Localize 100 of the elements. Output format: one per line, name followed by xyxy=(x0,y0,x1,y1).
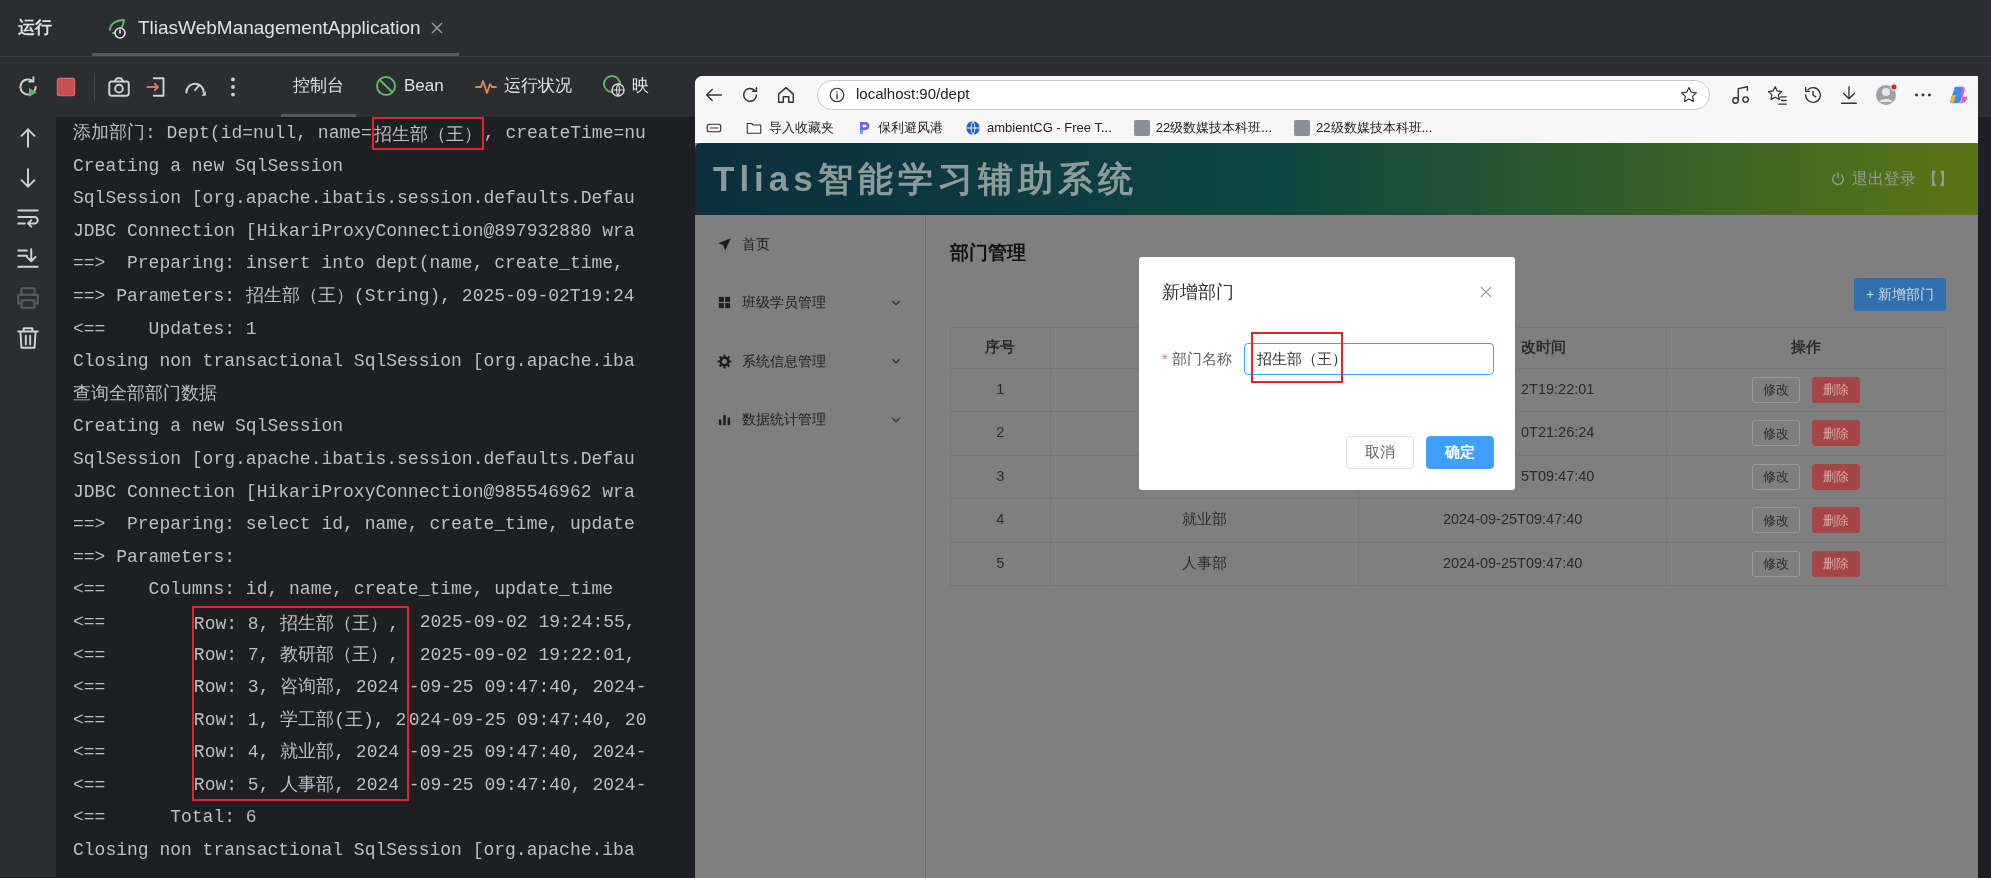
delete-button[interactable]: 删除 xyxy=(1812,376,1861,403)
console-text: <== xyxy=(73,773,107,797)
tool-tab[interactable]: 映 xyxy=(589,57,661,117)
close-icon[interactable] xyxy=(1478,284,1494,300)
bracket-text: 【】 xyxy=(1922,169,1954,189)
photo-placeholder xyxy=(1294,120,1311,136)
console-text: <== xyxy=(73,610,107,634)
confirm-button[interactable]: 确定 xyxy=(1426,436,1494,469)
console-line: Closing non transactional SqlSession [org.apache.iba xyxy=(73,839,635,863)
table-cell: 2 xyxy=(950,411,1050,455)
console-line: Closing non transactional SqlSession [org.apache.iba xyxy=(73,350,635,374)
address-bar[interactable]: localhost:90/dept xyxy=(817,79,1710,110)
field-label: * 部门名称 xyxy=(1162,348,1232,369)
console-text: <== xyxy=(73,676,107,700)
column-header: 操作 xyxy=(1666,327,1946,368)
bookmark[interactable]: 22级数媒技本科班... xyxy=(1294,118,1433,138)
console-line: ==> Parameters: 招生部（王）(String), 2025-09-02T19:24 xyxy=(73,284,635,308)
star-icon[interactable] xyxy=(1679,84,1699,105)
camera-icon[interactable] xyxy=(106,74,132,100)
power-icon xyxy=(1830,171,1846,187)
scroll-to-end-icon[interactable] xyxy=(15,245,41,271)
page-title: 部门管理 xyxy=(950,241,1027,265)
bar-chart-icon xyxy=(717,412,732,428)
table-cell: 2024-09-25T09:47:40 xyxy=(1358,498,1667,542)
dialog-title: 新增部门 xyxy=(1162,280,1234,304)
delete-button[interactable]: 删除 xyxy=(1812,507,1861,534)
url-text: localhost:90/dept xyxy=(856,84,971,105)
highlighted-text: Row: 8, 招生部（王）, xyxy=(191,605,409,639)
tool-tab[interactable]: 运行状况 xyxy=(461,57,584,117)
paper-plane-icon xyxy=(717,236,732,252)
highlighted-text: Row: 3, 咨询部, 2024 xyxy=(191,671,409,704)
column-header: 序号 xyxy=(950,327,1050,368)
console-text: <== xyxy=(73,741,107,765)
console-line: ==> Parameters: xyxy=(73,545,236,569)
console-line: SqlSession [org.apache.ibatis.session.defaults.Defau xyxy=(73,447,635,471)
info-icon xyxy=(828,85,846,104)
globe-badge-icon xyxy=(601,73,626,98)
table-cell: 4 xyxy=(950,498,1050,542)
delete-button[interactable]: 删除 xyxy=(1812,420,1861,447)
edit-button[interactable]: 修改 xyxy=(1752,507,1801,534)
highlighted-text: Row: 4, 就业部, 2024 xyxy=(191,736,409,769)
input-field[interactable]: 招生部（王） xyxy=(1243,343,1494,375)
sidebar-item[interactable]: 数据统计管理 xyxy=(695,390,925,449)
console-line: ==> Preparing: select id, name, create_time, update xyxy=(73,513,635,537)
edit-button[interactable]: 修改 xyxy=(1752,550,1801,577)
console-text: -09-25 09:47:40, 2024- xyxy=(408,676,647,700)
console-line: ==> Preparing: insert into dept(name, create_time, xyxy=(73,252,624,276)
table-cell: 5 xyxy=(950,542,1050,586)
table-cell: 人事部 xyxy=(1050,542,1359,586)
app-title: Tlias智能学习辅助系统 xyxy=(713,157,1138,200)
console-line: Creating a new SqlSession xyxy=(73,154,344,178)
download-icon[interactable] xyxy=(1838,83,1860,106)
circle-slash-icon xyxy=(374,73,398,98)
cancel-button[interactable]: 取消 xyxy=(1346,436,1414,469)
panel-title: 运行 xyxy=(18,17,52,40)
console-line: JDBC Connection [HikariProxyConnection@897932880 wra xyxy=(73,219,635,243)
console-text: 添加部门: Dept(id=null, name= xyxy=(73,122,372,145)
bookmark[interactable]: ambientCG - Free T... xyxy=(965,118,1112,138)
console-line: 查询全部部门数据 xyxy=(73,382,217,406)
highlighted-text: Row: 7, 教研部（王）, xyxy=(191,638,409,672)
sidebar-item[interactable]: 班级学员管理 xyxy=(695,273,925,332)
trash-icon[interactable] xyxy=(15,325,41,351)
table-cell: 3 xyxy=(950,455,1050,499)
console-text: <== xyxy=(73,643,107,667)
edit-button[interactable]: 修改 xyxy=(1752,376,1801,403)
tool-tab[interactable]: Bean xyxy=(362,57,456,117)
console-line: SqlSession [org.apache.ibatis.session.defaults.Defau xyxy=(73,187,635,211)
console-text: <== xyxy=(73,708,107,732)
highlighted-text: Row: 5, 人事部, 2024 xyxy=(191,768,409,802)
console-line: JDBC Connection [HikariProxyConnection@985546962 wra xyxy=(73,480,635,504)
profile-avatar-icon[interactable] xyxy=(1874,82,1898,107)
console-text: 024-09-25 09:47:40, 20 xyxy=(408,708,647,732)
grid-icon xyxy=(717,295,732,311)
bookmark[interactable]: 保利避风港 xyxy=(856,118,943,138)
highlighted-text: 招生部（王） xyxy=(371,117,484,150)
delete-button[interactable]: 删除 xyxy=(1812,463,1861,490)
bookmark[interactable]: 导入收藏夹 xyxy=(745,118,834,138)
photo-placeholder xyxy=(1133,120,1150,136)
edit-button[interactable]: 修改 xyxy=(1752,420,1801,447)
console-text: , createTime=nu xyxy=(483,122,646,145)
console-text: 2025-09-02 19:24:55, xyxy=(418,610,636,634)
music-note-icon[interactable] xyxy=(1730,83,1752,106)
globe-icon xyxy=(965,120,981,136)
console-text: -09-25 09:47:40, 2024- xyxy=(408,741,647,765)
console-line: Creating a new SqlSession xyxy=(73,415,344,439)
sidebar-item[interactable]: 首页 xyxy=(695,215,925,274)
console-text: -09-25 09:47:40, 2024- xyxy=(408,773,647,797)
bookmark[interactable]: 22级数媒技本科班... xyxy=(1133,118,1273,138)
sidebar-item[interactable]: 系统信息管理 xyxy=(695,332,925,391)
console-text: 2025-09-02 19:22:01, xyxy=(418,643,636,667)
favorites-icon[interactable] xyxy=(1766,83,1788,106)
table-cell: 2024-09-25T09:47:40 xyxy=(1358,542,1667,586)
table-cell: 1 xyxy=(950,368,1050,412)
add-department-button[interactable]: + 新增部门 xyxy=(1853,277,1946,311)
delete-button[interactable]: 删除 xyxy=(1812,550,1861,577)
console-line: <== Total: 6 xyxy=(73,806,257,830)
highlighted-text: Row: 1, 学工部(王), 2 xyxy=(191,703,409,737)
console-line: <== Columns: id, name, create_time, update_time xyxy=(73,578,614,602)
edit-button[interactable]: 修改 xyxy=(1752,463,1801,490)
console-line: <== Updates: 1 xyxy=(73,317,257,341)
